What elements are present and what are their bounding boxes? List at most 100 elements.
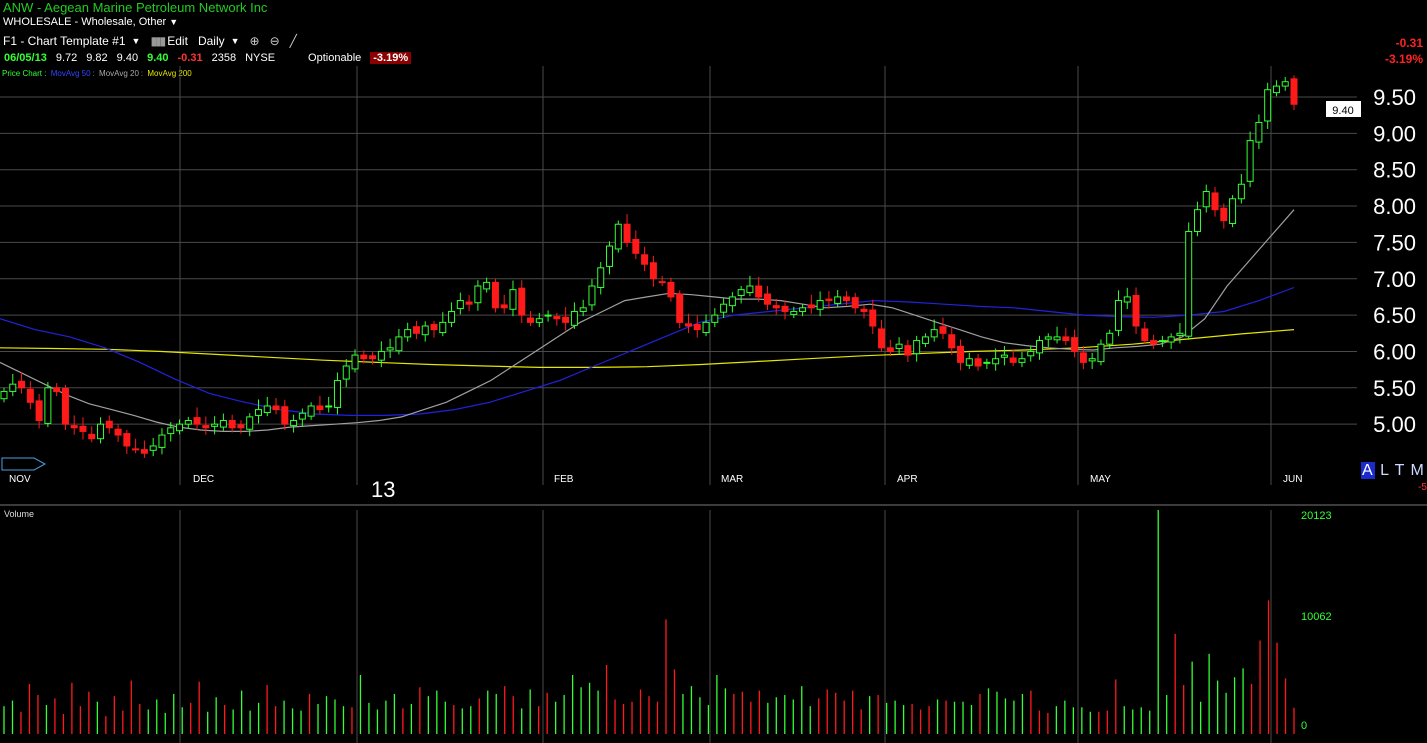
candle-body: [1150, 340, 1158, 345]
candle-body: [737, 289, 745, 296]
candle-body: [140, 449, 148, 454]
candle-body: [439, 321, 447, 334]
candle-body: [1281, 81, 1289, 87]
candle-body: [649, 262, 657, 280]
month-label: FEB: [554, 474, 574, 485]
candle-body: [1036, 340, 1044, 354]
candle-body: [790, 310, 798, 315]
cut-off-label: -5: [1418, 482, 1427, 493]
candle-body: [316, 405, 324, 411]
candle-body: [693, 324, 701, 331]
candle-body: [746, 285, 754, 294]
timeframe-rest[interactable]: L T M L: [1380, 462, 1427, 479]
candle-body: [123, 433, 131, 447]
candle-body: [992, 358, 1000, 365]
candle-body: [1237, 183, 1245, 200]
month-label: MAY: [1090, 474, 1111, 485]
candle-body: [333, 380, 341, 408]
candle-body: [254, 409, 262, 416]
candle-body: [1114, 300, 1122, 331]
candle-body: [246, 416, 254, 430]
candle-body: [1097, 343, 1105, 363]
candle-body: [202, 425, 210, 429]
candle-body: [684, 323, 692, 327]
candle-body: [1202, 191, 1210, 208]
candle-body: [158, 434, 166, 448]
candle-body: [658, 281, 666, 284]
candle-body: [9, 383, 17, 392]
candle-body: [61, 388, 69, 425]
candle-body: [895, 343, 903, 350]
candle-body: [834, 296, 842, 304]
candle-body: [535, 318, 543, 323]
candle-body: [913, 340, 921, 355]
candle-body: [351, 354, 359, 370]
candle-body: [842, 296, 850, 302]
candle-body: [360, 354, 368, 360]
candle-body: [570, 310, 578, 326]
candle-body: [369, 355, 377, 360]
timeframe-a[interactable]: A: [1361, 462, 1375, 479]
candle-body: [816, 300, 824, 310]
candle-body: [35, 400, 43, 422]
candle-body: [1062, 336, 1070, 342]
candle-body: [930, 329, 938, 338]
candle-body: [228, 420, 236, 429]
year-label: 13: [371, 477, 396, 502]
candle-body: [807, 304, 815, 309]
candle-body: [430, 324, 438, 331]
candle-body: [825, 298, 833, 302]
candle-body: [763, 293, 771, 305]
timeframe-selector[interactable]: A L T M L: [1361, 462, 1427, 480]
candle-body: [1044, 336, 1052, 340]
candle-body: [1123, 296, 1131, 303]
candle-body: [983, 361, 991, 364]
candle-body: [948, 334, 956, 349]
candle-body: [79, 425, 87, 432]
candle-body: [772, 305, 780, 309]
candle-body: [1009, 357, 1017, 363]
price-tick-label: 8.50: [1373, 158, 1416, 183]
candle-body: [1000, 354, 1008, 358]
candle-body: [904, 345, 912, 356]
candle-body: [290, 420, 298, 427]
candle-body: [132, 448, 140, 451]
candle-body: [965, 358, 973, 366]
candle-body: [483, 281, 491, 290]
candle-body: [307, 405, 315, 417]
price-chart[interactable]: 9.50 9.00 8.50 8.00 7.50 7.00 6.50 6.00 5.50 5.00…: [0, 0, 1427, 743]
candle-body: [70, 425, 78, 429]
candle-body: [377, 350, 385, 361]
candle-body: [1053, 336, 1061, 341]
candle-body: [114, 428, 122, 436]
price-tick-label: 7.50: [1373, 230, 1416, 255]
candles: [0, 75, 1298, 458]
candle-body: [974, 358, 982, 367]
candle-body: [720, 303, 728, 313]
candle-body: [1255, 121, 1263, 143]
candle-body: [404, 329, 412, 338]
candle-body: [1185, 230, 1193, 337]
axis-labels: 9.50 9.00 8.50 8.00 7.50 7.00 6.50 6.00 5.50 5.00…: [9, 85, 1416, 732]
candle-body: [614, 223, 622, 250]
candle-body: [237, 424, 245, 429]
candle-body: [799, 307, 807, 312]
candle-body: [579, 307, 587, 312]
candle-body: [342, 365, 350, 380]
scroll-arrow-icon[interactable]: [1, 457, 47, 471]
price-tick-label: 6.00: [1373, 339, 1416, 364]
candle-body: [1018, 358, 1026, 363]
price-tick-label: 9.50: [1373, 85, 1416, 110]
candle-body: [44, 387, 52, 424]
volume-bars: [3, 510, 1295, 734]
volume-label: Volume: [4, 509, 35, 519]
month-label: APR: [897, 474, 918, 485]
candle-body: [167, 427, 175, 435]
candle-body: [97, 423, 105, 440]
candle-body: [886, 347, 894, 352]
candle-body: [1027, 350, 1035, 357]
candle-body: [597, 267, 605, 288]
candle-body: [878, 328, 886, 349]
candle-body: [1229, 198, 1237, 224]
candle-body: [1158, 340, 1166, 343]
